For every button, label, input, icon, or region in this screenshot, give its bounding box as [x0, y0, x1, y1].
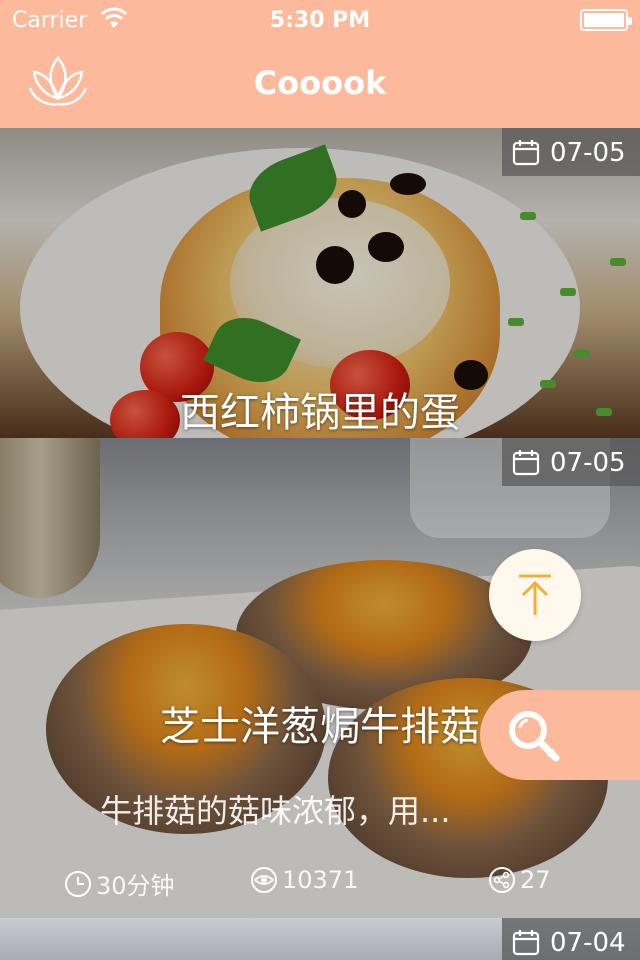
- date-badge: 07-04: [502, 918, 640, 960]
- share-icon: [489, 867, 515, 893]
- recipe-card[interactable]: 07-05 芝士洋葱焗牛排菇 牛排菇的菇味浓郁，用... 30分钟 10371: [0, 438, 640, 918]
- app-title: Cooook: [253, 64, 387, 102]
- recipe-card[interactable]: 07-05 西红柿锅里的蛋: [0, 128, 640, 438]
- eye-icon: [251, 867, 277, 893]
- date-badge: 07-05: [502, 128, 640, 176]
- arrow-up-to-top-icon: [519, 574, 551, 615]
- recipe-date: 07-05: [550, 138, 626, 168]
- calendar-icon: [512, 450, 540, 476]
- clock-icon: [65, 870, 91, 897]
- search-icon: [509, 711, 560, 762]
- recipe-stats: 30分钟 10371 27: [0, 866, 640, 901]
- battery-icon: [580, 9, 632, 31]
- share-count[interactable]: 27: [488, 866, 551, 894]
- calendar-icon: [512, 930, 540, 956]
- recipe-title: 西红柿锅里的蛋: [180, 390, 460, 436]
- recipe-description: 牛排菇的菇味浓郁，用...: [100, 792, 451, 830]
- recipe-card[interactable]: 07-04: [0, 918, 640, 960]
- view-count: 10371: [250, 866, 358, 894]
- search-button[interactable]: [480, 690, 640, 780]
- date-badge: 07-05: [502, 438, 640, 486]
- view-count-value: 10371: [282, 866, 359, 894]
- cook-time: 30分钟: [64, 866, 175, 901]
- status-time: 5:30 PM: [269, 8, 371, 33]
- recipe-date: 07-04: [550, 928, 626, 958]
- status-bar: Carrier 5:30 PM: [0, 0, 640, 40]
- share-count-value: 27: [520, 866, 551, 894]
- recipe-date: 07-05: [550, 448, 626, 478]
- calendar-icon: [512, 140, 540, 166]
- cook-time-value: 30分钟: [96, 872, 175, 900]
- top-bar: Carrier 5:30 PM Cooook: [0, 0, 640, 128]
- scroll-to-top-button[interactable]: [489, 549, 581, 641]
